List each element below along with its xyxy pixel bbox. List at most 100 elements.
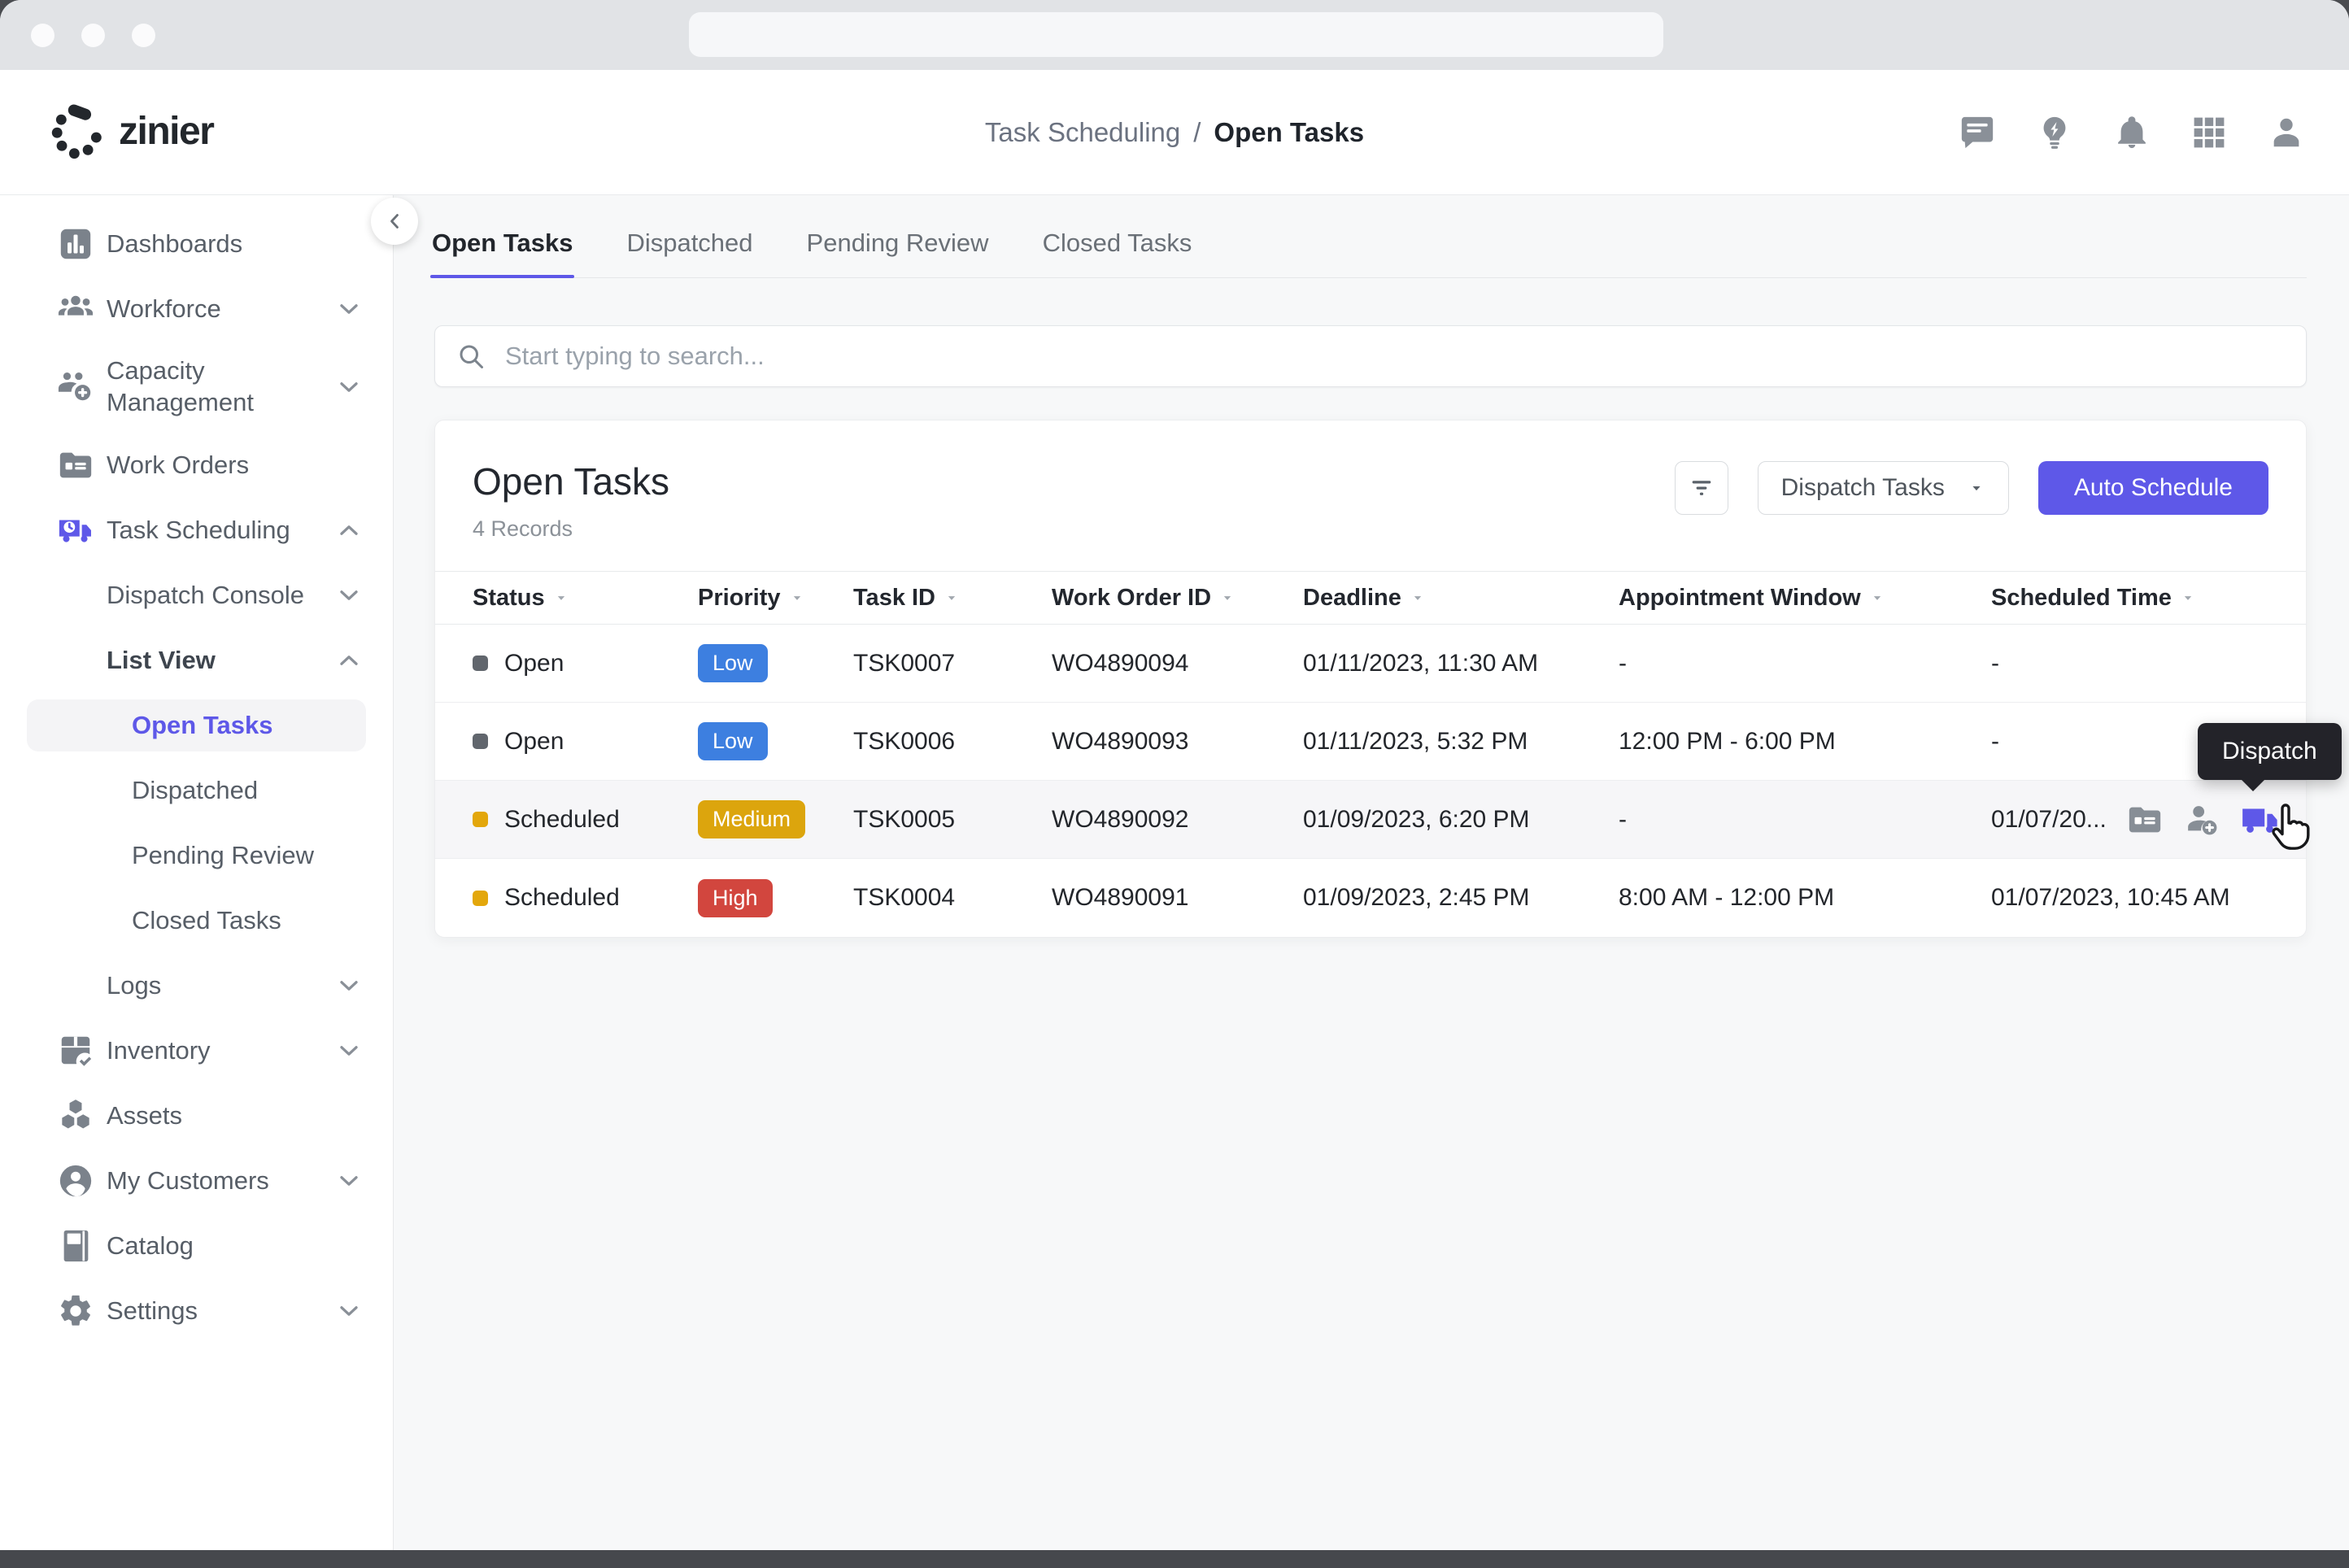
deadline-cell: 01/09/2023, 6:20 PM	[1303, 806, 1619, 834]
dashboards-icon	[57, 225, 94, 263]
column-priority[interactable]: Priority	[698, 585, 853, 612]
breadcrumb-parent[interactable]: Task Scheduling	[985, 117, 1180, 148]
search-input[interactable]	[503, 341, 2285, 372]
sort-icon[interactable]	[1869, 590, 1885, 606]
sidebar-item-closed-tasks[interactable]: Closed Tasks	[0, 888, 393, 953]
sidebar-collapse-button[interactable]	[371, 198, 418, 245]
task-scheduling-truck-icon	[57, 512, 94, 549]
panel-controls: Dispatch Tasks Auto Schedule	[1675, 461, 2268, 515]
priority-badge: Low	[698, 644, 768, 682]
column-status[interactable]: Status	[473, 585, 698, 612]
assign-technician-icon[interactable]	[2183, 801, 2220, 838]
message-icon[interactable]	[1959, 114, 1996, 151]
workforce-icon	[57, 290, 94, 328]
sidebar-item-settings[interactable]: Settings	[0, 1278, 393, 1344]
chevron-up-icon[interactable]	[334, 646, 364, 675]
search-bar[interactable]	[434, 325, 2307, 387]
tab-open-tasks[interactable]: Open Tasks	[430, 217, 574, 277]
column-deadline[interactable]: Deadline	[1303, 585, 1619, 612]
panel-title-block: Open Tasks 4 Records	[473, 460, 669, 542]
work-order-id-cell: WO4890091	[1052, 884, 1303, 912]
notifications-icon[interactable]	[2113, 114, 2151, 151]
chevron-left-icon	[382, 209, 407, 233]
sidebar-item-inventory[interactable]: Inventory	[0, 1018, 393, 1083]
sidebar-item-my-customers[interactable]: My Customers	[0, 1148, 393, 1213]
sidebar-item-dashboards[interactable]: Dashboards	[0, 211, 393, 277]
task-id-cell: TSK0005	[853, 806, 1052, 834]
table-row-hovered[interactable]: Scheduled Medium TSK0005 WO4890092 01/09…	[435, 781, 2306, 859]
column-appointment-window[interactable]: Appointment Window	[1619, 585, 1991, 612]
status-dot	[473, 734, 488, 749]
dispatch-tooltip: Dispatch	[2198, 723, 2342, 780]
window-minimize-button[interactable]	[81, 24, 105, 47]
sidebar-item-list-view[interactable]: List View	[0, 628, 393, 693]
chevron-down-icon[interactable]	[334, 294, 364, 324]
idea-icon[interactable]	[2036, 114, 2073, 151]
sidebar-item-dispatched[interactable]: Dispatched	[0, 758, 393, 823]
column-task-id[interactable]: Task ID	[853, 585, 1052, 612]
auto-schedule-button[interactable]: Auto Schedule	[2038, 461, 2268, 515]
app-logo[interactable]: zinier	[49, 102, 213, 159]
deadline-cell: 01/11/2023, 5:32 PM	[1303, 728, 1619, 756]
dispatch-tasks-dropdown[interactable]: Dispatch Tasks	[1758, 461, 2009, 515]
column-scheduled-time[interactable]: Scheduled Time	[1991, 585, 2306, 612]
breadcrumb-separator: /	[1193, 117, 1201, 148]
work-order-id-cell: WO4890093	[1052, 728, 1303, 756]
work-order-id-cell: WO4890092	[1052, 806, 1303, 834]
filter-button[interactable]	[1675, 461, 1728, 515]
table-row[interactable]: Scheduled High TSK0004 WO4890091 01/09/2…	[435, 859, 2306, 937]
task-id-cell: TSK0007	[853, 650, 1052, 677]
chevron-down-icon[interactable]	[334, 971, 364, 1000]
sort-icon[interactable]	[1410, 590, 1426, 606]
browser-window: zinier Task Scheduling / Open Tasks Dash…	[0, 0, 2349, 1550]
panel-header: Open Tasks 4 Records Dispatch Tasks Auto…	[435, 420, 2306, 571]
chevron-down-icon[interactable]	[334, 1036, 364, 1065]
sort-icon[interactable]	[789, 590, 805, 606]
sidebar-item-catalog[interactable]: Catalog	[0, 1213, 393, 1278]
search-icon	[456, 342, 486, 371]
status-dot	[473, 656, 488, 671]
priority-badge: Low	[698, 722, 768, 760]
sidebar-item-open-tasks[interactable]: Open Tasks	[27, 699, 366, 751]
status-cell: Open	[473, 650, 698, 677]
chevron-down-icon[interactable]	[334, 1296, 364, 1326]
breadcrumb: Task Scheduling / Open Tasks	[985, 70, 1364, 194]
window-zoom-button[interactable]	[132, 24, 155, 47]
window-close-button[interactable]	[31, 24, 54, 47]
assets-icon	[57, 1097, 94, 1135]
sort-icon[interactable]	[1219, 590, 1236, 606]
sidebar: Dashboards Workforce Capacity Management…	[0, 195, 394, 1550]
sidebar-item-capacity-management[interactable]: Capacity Management	[0, 342, 393, 433]
sidebar-item-pending-review[interactable]: Pending Review	[0, 823, 393, 888]
appointment-window-cell: 12:00 PM - 6:00 PM	[1619, 728, 1991, 756]
sidebar-item-assets[interactable]: Assets	[0, 1083, 393, 1148]
work-order-icon[interactable]	[2126, 801, 2164, 838]
catalog-icon	[57, 1227, 94, 1265]
sidebar-item-dispatch-console[interactable]: Dispatch Console	[0, 563, 393, 628]
sidebar-item-workforce[interactable]: Workforce	[0, 277, 393, 342]
address-bar[interactable]	[689, 12, 1663, 57]
priority-cell: High	[698, 879, 853, 917]
sort-icon[interactable]	[2180, 590, 2196, 606]
sort-icon[interactable]	[944, 590, 960, 606]
open-tasks-panel: Open Tasks 4 Records Dispatch Tasks Auto…	[434, 420, 2307, 938]
hand-pointer-cursor	[2263, 802, 2315, 854]
apps-grid-icon[interactable]	[2190, 114, 2228, 151]
my-customers-icon	[57, 1162, 94, 1200]
table-row[interactable]: Open Low TSK0006 WO4890093 01/11/2023, 5…	[435, 703, 2306, 781]
sidebar-item-logs[interactable]: Logs	[0, 953, 393, 1018]
tab-dispatched[interactable]: Dispatched	[625, 217, 754, 277]
table-row[interactable]: Open Low TSK0007 WO4890094 01/11/2023, 1…	[435, 625, 2306, 703]
sidebar-item-task-scheduling[interactable]: Task Scheduling	[0, 498, 393, 563]
tab-pending-review[interactable]: Pending Review	[805, 217, 991, 277]
column-work-order-id[interactable]: Work Order ID	[1052, 585, 1303, 612]
sidebar-item-work-orders[interactable]: Work Orders	[0, 433, 393, 498]
chevron-up-icon[interactable]	[334, 516, 364, 545]
chevron-down-icon[interactable]	[334, 372, 364, 402]
profile-icon[interactable]	[2268, 114, 2305, 151]
sort-icon[interactable]	[553, 590, 569, 606]
chevron-down-icon[interactable]	[334, 1166, 364, 1196]
chevron-down-icon[interactable]	[334, 581, 364, 610]
scheduled-time-cell: -	[1991, 650, 2306, 677]
tab-closed-tasks[interactable]: Closed Tasks	[1041, 217, 1194, 277]
